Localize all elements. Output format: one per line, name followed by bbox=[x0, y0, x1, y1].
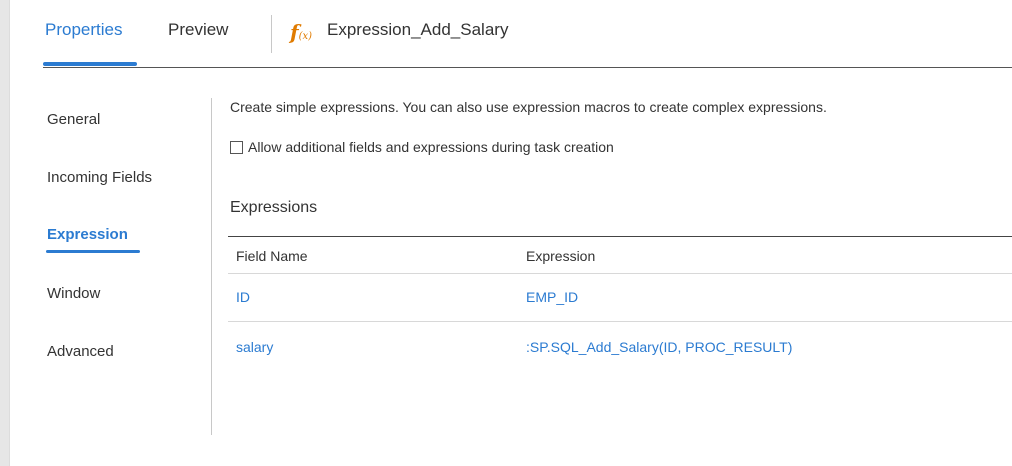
sidebar-item-incoming-fields[interactable]: Incoming Fields bbox=[47, 168, 152, 188]
sidebar-item-window[interactable]: Window bbox=[47, 284, 100, 304]
tab-preview[interactable]: Preview bbox=[168, 18, 228, 42]
sidebar-item-general[interactable]: General bbox=[47, 110, 100, 130]
sidebar-item-expression[interactable]: Expression bbox=[47, 225, 128, 245]
tab-properties[interactable]: Properties bbox=[45, 18, 122, 42]
table-row-expression-salary[interactable]: :SP.SQL_Add_Salary(ID, PROC_RESULT) bbox=[526, 337, 792, 357]
table-row-field-salary[interactable]: salary bbox=[236, 337, 273, 357]
sidebar-divider bbox=[211, 98, 212, 435]
table-row-field-id[interactable]: ID bbox=[236, 287, 250, 307]
fx-icon-x: (x) bbox=[298, 31, 313, 42]
transformation-name: Expression_Add_Salary bbox=[327, 20, 509, 39]
fx-icon: f(x) bbox=[290, 20, 318, 44]
active-sidebar-indicator bbox=[46, 250, 140, 253]
allow-additional-checkbox[interactable] bbox=[230, 141, 243, 154]
fx-icon-f: f bbox=[290, 20, 299, 44]
table-top-rule bbox=[228, 236, 1012, 237]
expression-description: Create simple expressions. You can also … bbox=[230, 99, 827, 115]
expressions-section-title: Expressions bbox=[230, 199, 318, 216]
sidebar-item-advanced[interactable]: Advanced bbox=[47, 342, 114, 362]
panel-left-border bbox=[0, 0, 10, 466]
row-divider bbox=[228, 321, 1012, 322]
table-row-expression-id[interactable]: EMP_ID bbox=[526, 287, 578, 307]
column-header-field-name: Field Name bbox=[236, 248, 308, 264]
column-header-expression: Expression bbox=[526, 248, 596, 264]
active-tab-indicator bbox=[43, 62, 137, 66]
header-divider bbox=[271, 15, 272, 53]
properties-panel: Properties Preview f(x) Expression_Add_S… bbox=[0, 0, 1012, 466]
allow-additional-label[interactable]: Allow additional fields and expressions … bbox=[248, 137, 614, 157]
header-rule bbox=[43, 67, 1012, 68]
header-row-divider bbox=[228, 273, 1012, 274]
